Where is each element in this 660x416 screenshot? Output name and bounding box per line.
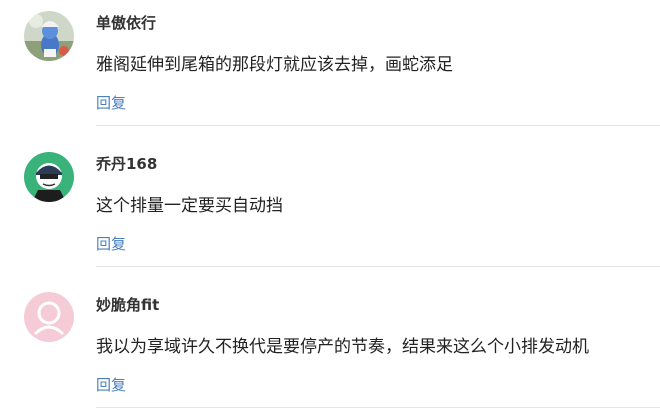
reply-link[interactable]: 回复 (96, 374, 126, 395)
avatar[interactable] (24, 292, 74, 342)
avatar[interactable] (24, 11, 74, 61)
avatar-cartoon-man-icon (24, 152, 74, 202)
username[interactable]: 单傲依行 (96, 12, 156, 33)
reply-link[interactable]: 回复 (96, 233, 126, 254)
avatar[interactable] (24, 152, 74, 202)
comment-text: 这个排量一定要买自动挡 (96, 196, 283, 216)
username[interactable]: 妙脆角fit (96, 294, 159, 315)
username[interactable]: 乔丹168 (96, 153, 157, 174)
avatar-smurf-figure-icon (24, 11, 74, 61)
divider (96, 125, 660, 126)
comment-text: 我以为享域许久不换代是要停产的节奏，结果来这么个小排发动机 (96, 337, 589, 357)
avatar-pink-default-icon (24, 292, 74, 342)
divider (96, 407, 660, 408)
comment-text: 雅阁延伸到尾箱的那段灯就应该去掉，画蛇添足 (96, 55, 453, 75)
comment-item: 妙脆角fit 我以为享域许久不换代是要停产的节奏，结果来这么个小排发动机 回复 (0, 282, 660, 416)
divider (96, 266, 660, 267)
reply-link[interactable]: 回复 (96, 92, 126, 113)
comment-item: 乔丹168 这个排量一定要买自动挡 回复 (0, 141, 660, 282)
comment-item: 单傲依行 雅阁延伸到尾箱的那段灯就应该去掉，画蛇添足 回复 (0, 0, 660, 141)
comment-list: 单傲依行 雅阁延伸到尾箱的那段灯就应该去掉，画蛇添足 回复 乔丹168 这个排量… (0, 0, 660, 416)
